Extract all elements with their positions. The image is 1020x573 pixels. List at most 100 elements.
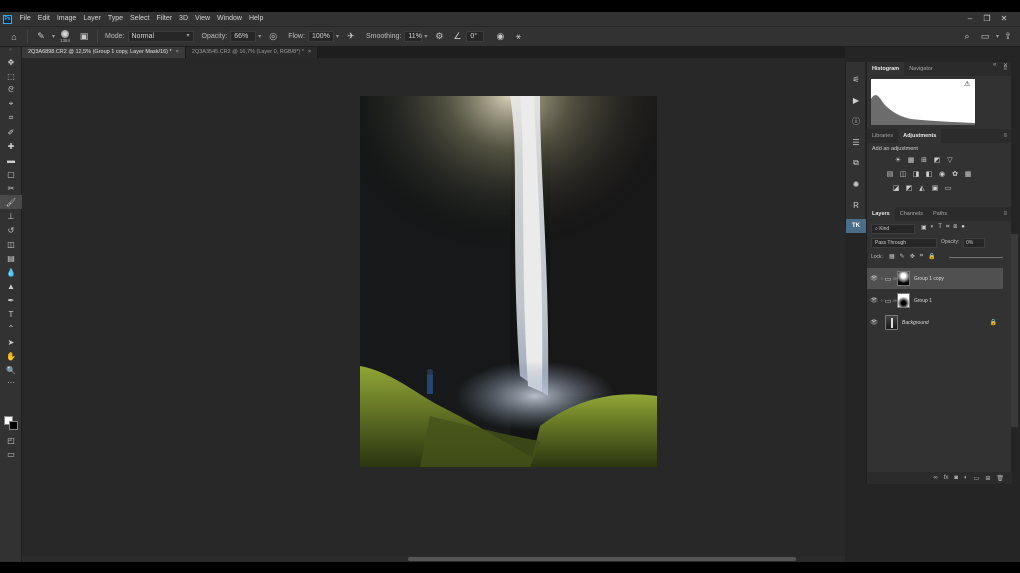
menu-view[interactable]: View — [192, 12, 214, 26]
layer-row[interactable]: 👁 Background 🔒 — [867, 312, 1003, 333]
clone-stamp-tool-icon[interactable]: ⊥ — [0, 209, 22, 223]
dodge-tool-icon[interactable]: ▲ — [0, 279, 22, 293]
layer-name[interactable]: Group 1 copy — [914, 276, 944, 282]
channel-mixer-icon[interactable]: ✿ — [950, 170, 960, 179]
gradient-map-icon[interactable]: ▽ — [945, 156, 955, 165]
blur-tool-icon[interactable]: 💧 — [0, 265, 22, 279]
color-balance-icon[interactable]: ◨ — [911, 170, 921, 179]
tab-adjustments[interactable]: Adjustments — [898, 129, 942, 143]
plugin-tk-icon[interactable]: TK — [846, 219, 866, 233]
zoom-tool-icon[interactable]: 🔍 — [0, 363, 22, 377]
fx-icon[interactable]: fx — [944, 475, 949, 481]
lock-artboard-icon[interactable]: ⌗ — [920, 253, 923, 260]
brush-size-preview[interactable]: 1384 — [60, 30, 70, 43]
document-tab[interactable]: 2Q3A3545.CR2 @ 16,7% (Layer 0, RGB/8*) *… — [185, 47, 319, 58]
tab-channels[interactable]: Channels — [895, 207, 928, 221]
collapse-panels-icon[interactable]: « — [993, 62, 996, 68]
gradient-map-icon[interactable]: ▭ — [943, 184, 953, 193]
brush-preset-icon[interactable]: ✎ — [35, 31, 47, 43]
background-color-swatch[interactable] — [9, 421, 18, 430]
menu-image[interactable]: Image — [53, 12, 79, 26]
chevron-down-icon[interactable]: ▾ — [52, 33, 55, 40]
restore-button[interactable]: ❐ — [979, 12, 995, 26]
blend-mode-select[interactable]: Pass Through — [871, 238, 937, 248]
menu-edit[interactable]: Edit — [34, 12, 53, 26]
layer-thumbnail[interactable] — [885, 315, 898, 330]
actions-icon[interactable]: ▶ — [846, 93, 866, 107]
brush-settings-icon[interactable]: ▣ — [78, 31, 90, 43]
adjust-sliders-icon[interactable]: ☰ — [846, 135, 866, 149]
layer-row[interactable]: 👁 › ▭ ∞ Group 1 copy — [867, 268, 1003, 289]
vertical-scrollbar[interactable] — [1011, 234, 1018, 427]
lock-transparent-icon[interactable]: ▦ — [889, 253, 895, 260]
filter-type-icon[interactable]: T — [938, 224, 942, 231]
smoothing-field[interactable]: 11% — [404, 31, 423, 42]
tab-layers[interactable]: Layers — [867, 207, 895, 221]
collapse-icon[interactable]: » — [0, 47, 21, 55]
chevron-down-icon[interactable]: ▾ — [258, 33, 261, 40]
link-layers-icon[interactable]: ∞ — [933, 475, 937, 481]
filter-shape-icon[interactable]: ⌗ — [946, 224, 949, 231]
share-icon[interactable]: ⇪ — [1002, 31, 1014, 43]
lock-all-icon[interactable]: 🔒 — [928, 253, 935, 260]
expand-chevron-icon[interactable]: › — [881, 298, 883, 304]
add-mask-icon[interactable]: ◙ — [954, 475, 958, 481]
menu-type[interactable]: Type — [104, 12, 126, 26]
properties-icon[interactable]: ⚟ — [846, 72, 866, 86]
curves-icon[interactable]: ⊞ — [919, 156, 929, 165]
layer-mask-thumbnail[interactable] — [896, 271, 910, 286]
minimize-button[interactable]: – — [962, 12, 978, 26]
chevron-down-icon[interactable]: ▾ — [996, 33, 999, 40]
brush-tool-icon[interactable]: 🖌 — [0, 195, 22, 209]
color-lookup-icon[interactable]: ▦ — [963, 170, 973, 179]
tab-libraries[interactable]: Libraries — [867, 129, 898, 143]
filter-pixel-icon[interactable]: ▣ — [921, 224, 927, 231]
history-brush-tool-icon[interactable]: ↺ — [0, 223, 22, 237]
warning-icon[interactable]: ⚠ — [964, 80, 970, 88]
angle-field[interactable]: 0° — [466, 31, 485, 42]
canvas-area[interactable] — [22, 58, 845, 556]
new-group-icon[interactable]: ▭ — [974, 475, 980, 482]
visibility-eye-icon[interactable]: 👁 — [867, 297, 881, 304]
path-select-tool-icon[interactable]: ⌃ — [0, 321, 22, 335]
pressure-opacity-icon[interactable]: ◎ — [267, 31, 279, 43]
brushes-icon[interactable]: ⧉ — [846, 156, 866, 170]
chevron-down-icon[interactable]: ▾ — [336, 33, 339, 40]
filter-smart-object-icon[interactable]: ⧈ — [953, 224, 957, 231]
screen-mode-icon[interactable]: ▭ — [0, 447, 22, 461]
tab-histogram[interactable]: Histogram — [867, 62, 905, 76]
eraser-tool-icon[interactable]: ◫ — [0, 237, 22, 251]
menu-window[interactable]: Window — [214, 12, 246, 26]
menu-file[interactable]: File — [16, 12, 34, 26]
workspace-icon[interactable]: ▭ — [979, 31, 991, 43]
vibrance-icon[interactable]: ▤ — [885, 170, 895, 179]
lock-icon[interactable]: 🔒 — [990, 319, 997, 326]
visibility-eye-icon[interactable]: 👁 — [867, 275, 881, 282]
lock-position-icon[interactable]: ✥ — [910, 253, 915, 260]
close-icon[interactable]: × — [176, 49, 179, 55]
new-layer-icon[interactable]: ⊞ — [985, 475, 990, 482]
close-icon[interactable]: × — [308, 49, 311, 55]
layer-row[interactable]: 👁 › ▭ ∞ Group 1 — [867, 290, 1003, 311]
new-adjustment-icon[interactable]: ◐ — [964, 475, 968, 481]
levels-icon[interactable]: ▦ — [906, 156, 916, 165]
layer-name[interactable]: Group 1 — [914, 298, 932, 304]
gradient-tool-icon[interactable]: ▤ — [0, 251, 22, 265]
filter-adjustment-icon[interactable]: ◐ — [931, 224, 935, 231]
gear-icon[interactable]: ⚙ — [433, 31, 445, 43]
direct-select-tool-icon[interactable]: ➤ — [0, 335, 22, 349]
exposure-icon[interactable]: ◩ — [932, 156, 942, 165]
airbrush-icon[interactable]: ✈ — [345, 31, 357, 43]
layer-opacity-field[interactable]: 0% — [963, 238, 985, 248]
info-icon[interactable]: ⓘ — [846, 114, 866, 128]
mode-select[interactable]: Normal ▾ — [127, 31, 194, 42]
opacity-field[interactable]: 66% — [230, 31, 257, 42]
horizontal-scrollbar[interactable] — [408, 557, 796, 561]
layer-mask-thumbnail[interactable] — [896, 293, 910, 308]
layer-filter-kind[interactable]: ⌕ Kind — [871, 224, 915, 234]
pen-tool-icon[interactable]: ✒ — [0, 293, 22, 307]
quick-select-tool-icon[interactable]: ⌖ — [0, 97, 22, 111]
edit-toolbar-icon[interactable]: ··· — [0, 377, 22, 387]
lock-image-icon[interactable]: ✎ — [900, 253, 905, 260]
crop-tool-icon[interactable]: ⌗ — [0, 111, 22, 125]
